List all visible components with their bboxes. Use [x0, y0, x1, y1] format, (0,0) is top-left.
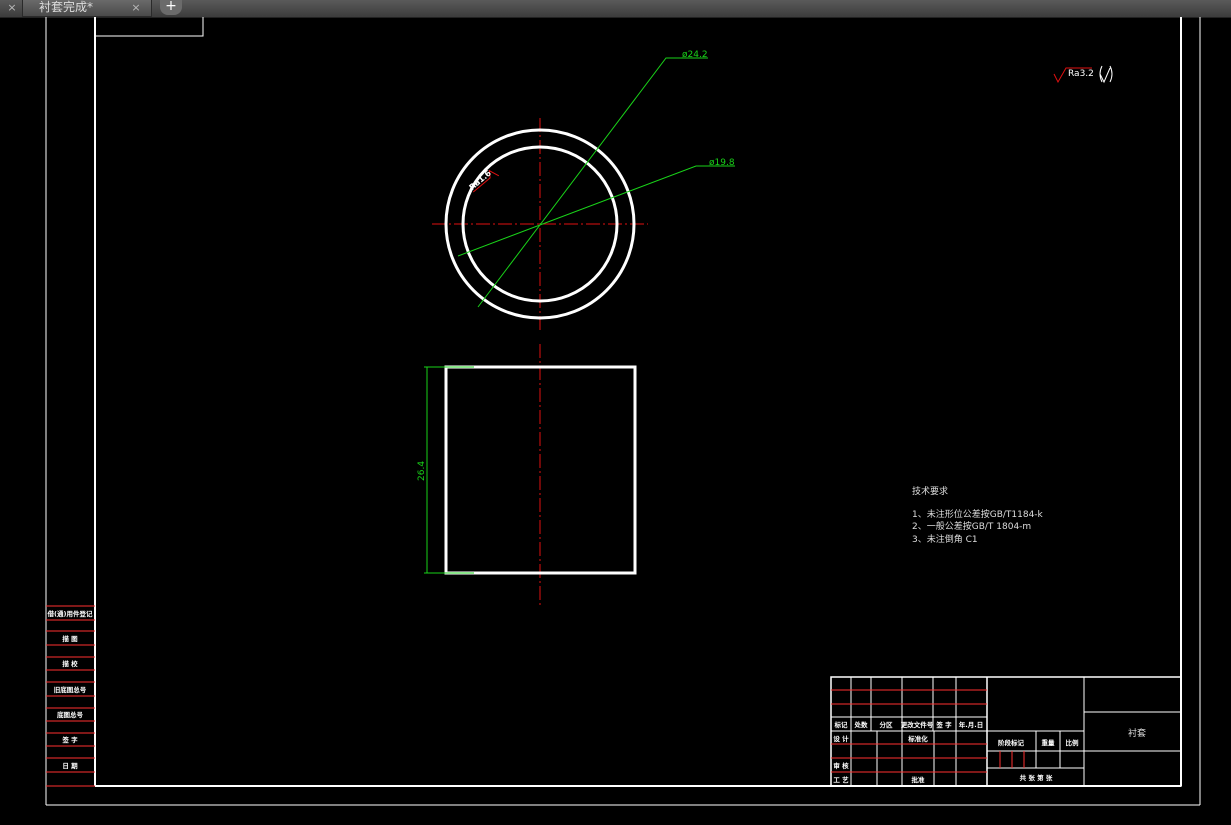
top-view[interactable]: ø24.2 ø19.8 Ra1.6	[432, 50, 735, 330]
title-block-header: 分区	[880, 720, 894, 729]
inner-diameter-label: ø19.8	[709, 158, 735, 168]
global-roughness: Ra3.2	[1053, 65, 1113, 84]
title-block-header: 标记	[834, 720, 849, 729]
tech-requirement-item: 2、一般公差按GB/T 1804-m	[912, 520, 1031, 532]
side-table-label: 旧底图总号	[54, 685, 87, 694]
outer-diameter-label: ø24.2	[682, 50, 708, 60]
tech-requirement-item: 3、未注倒角 C1	[912, 533, 978, 545]
part-name: 衬套	[1128, 727, 1146, 739]
side-table-label: 描 图	[62, 634, 78, 643]
weight-label: 重量	[1042, 738, 1056, 747]
side-table-label: 签 字	[61, 735, 78, 744]
title-block-header: 更改文件号	[901, 720, 934, 729]
height-dimension-label: 26.4	[417, 461, 427, 481]
stage-mark-label: 阶段标记	[998, 738, 1025, 747]
tech-requirements-title: 技术要求	[912, 485, 948, 497]
scale-label: 比例	[1066, 738, 1080, 747]
chamfer-roughness-label: Ra1.6	[467, 168, 493, 192]
title-block-header: 处数	[854, 720, 869, 729]
approve-label: 批准	[912, 775, 926, 784]
outer-diameter-leader	[477, 57, 708, 308]
inner-diameter-leader	[457, 165, 735, 257]
side-table-label: 描 校	[62, 659, 78, 668]
side-table-label: 底图总号	[57, 710, 84, 719]
tech-requirement-item: 1、未注形位公差按GB/T1184-k	[912, 508, 1044, 520]
side-table: 借(通)用件登记 描 图 描 校 旧底图总号 底图总号 签 字 日 期	[46, 605, 95, 787]
title-block: 标记 处数 分区 更改文件号 签 字 年.月.日 设 计 标准化 审 核 工 艺…	[830, 676, 1182, 787]
side-table-label: 日 期	[62, 761, 78, 770]
design-label: 设 计	[833, 734, 849, 743]
code-box	[95, 17, 204, 37]
side-table-label: 借(通)用件登记	[47, 609, 93, 618]
standardize-label: 标准化	[907, 734, 928, 743]
sheets-label: 共 张 第 张	[1020, 773, 1053, 782]
title-block-header: 年.月.日	[959, 720, 983, 729]
roughness-bracket-icon	[1099, 65, 1113, 84]
review-label: 审 核	[833, 761, 849, 770]
front-view[interactable]: 26.4	[417, 344, 637, 608]
process-label: 工 艺	[833, 775, 849, 784]
drawing-canvas[interactable]: ø24.2 ø19.8 Ra1.6 26.4 Ra3.2 技术要求 1、未注形位…	[0, 0, 1231, 825]
title-block-header: 签 字	[935, 720, 952, 729]
global-roughness-label: Ra3.2	[1068, 69, 1094, 79]
tech-requirements: 技术要求 1、未注形位公差按GB/T1184-k 2、一般公差按GB/T 180…	[912, 485, 1044, 545]
